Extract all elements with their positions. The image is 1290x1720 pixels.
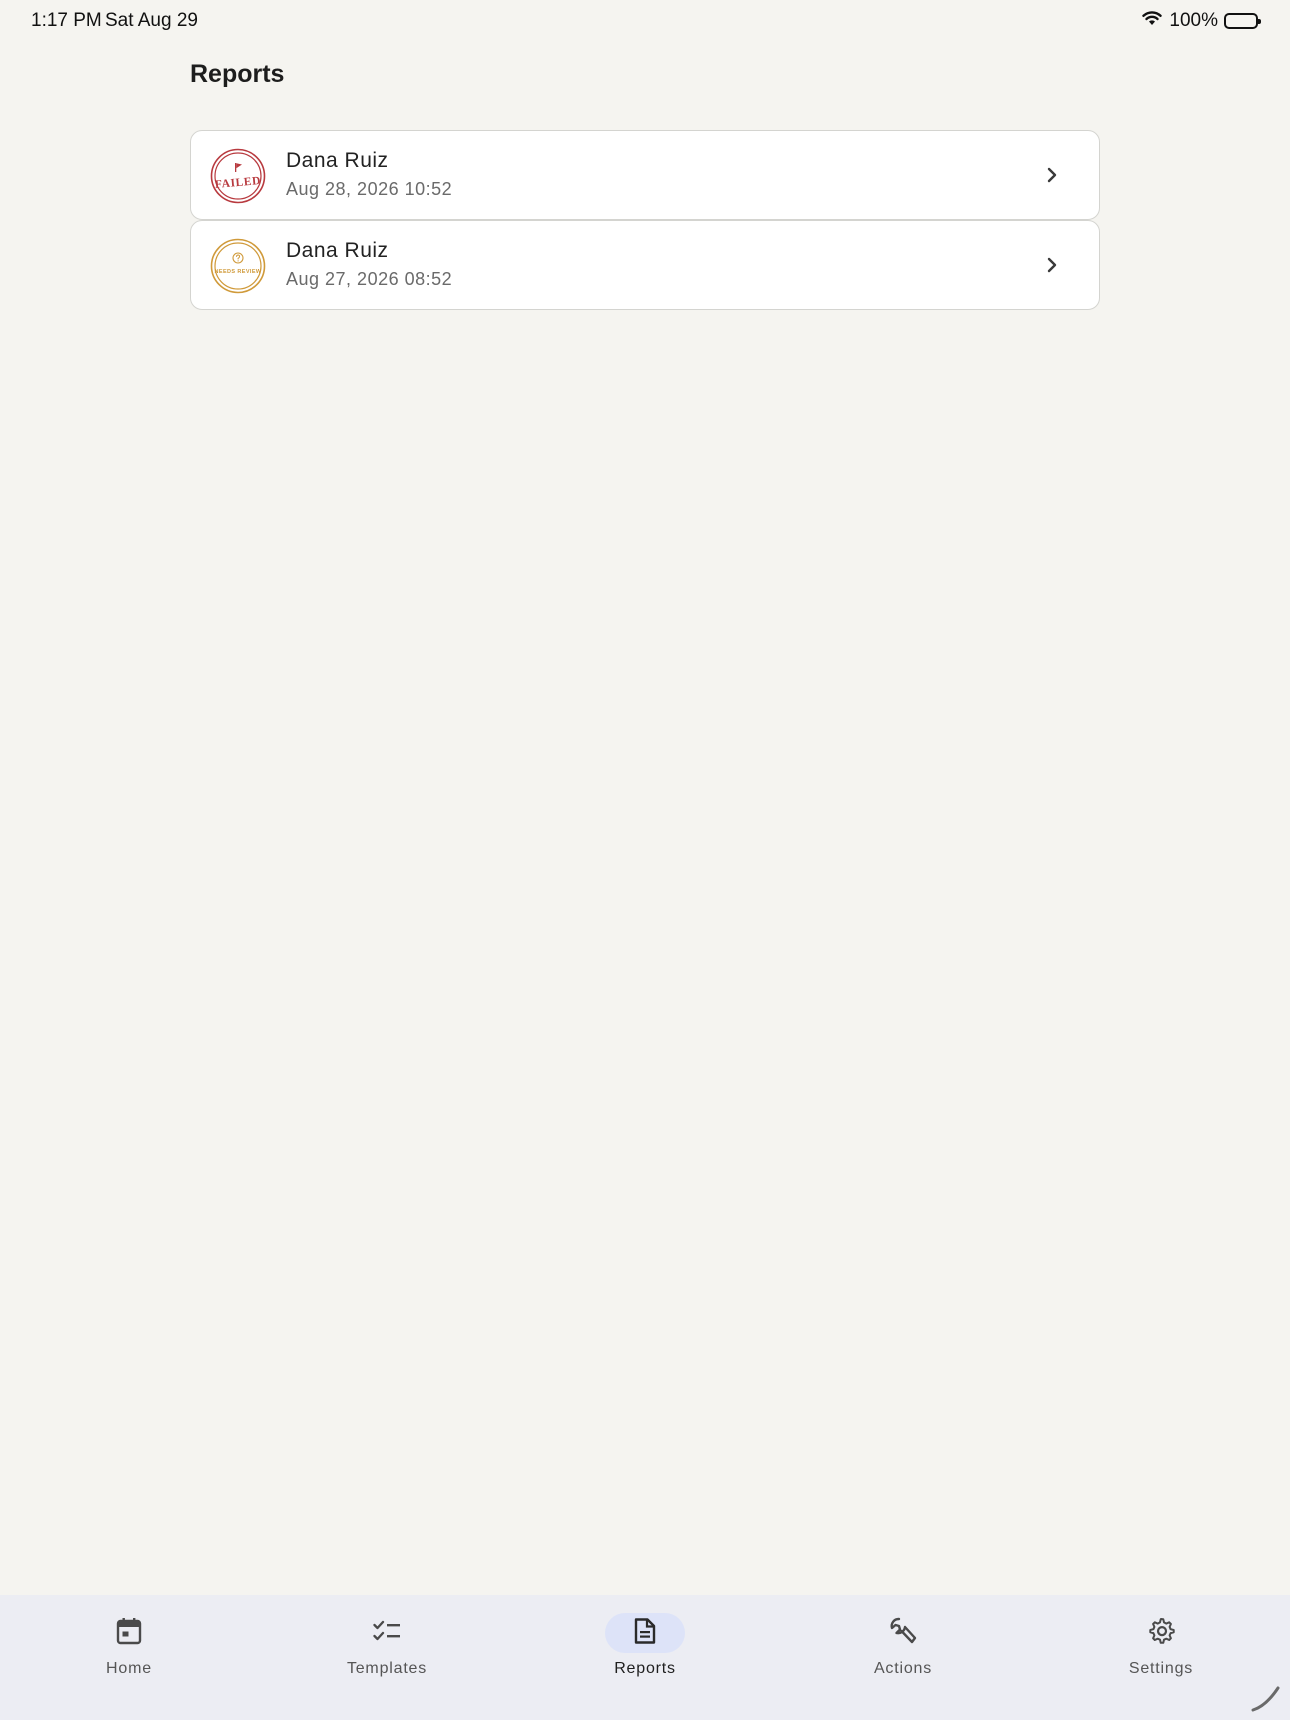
report-date: Aug 27, 2026 08:52 xyxy=(286,269,453,289)
nav-label: Home xyxy=(106,1660,152,1677)
nav-item-templates[interactable]: Templates xyxy=(258,1595,516,1720)
wrench-icon xyxy=(888,1616,918,1651)
report-list: FAILED Dana Ruiz Aug 28, 2026 10:52 NEED… xyxy=(190,130,1100,310)
document-icon xyxy=(633,1617,657,1650)
chevron-right-icon xyxy=(1041,254,1063,276)
nav-item-actions[interactable]: Actions xyxy=(774,1595,1032,1720)
wifi-icon xyxy=(1141,10,1163,32)
status-time: 1:17 PM xyxy=(31,10,102,31)
nav-item-reports[interactable]: Reports xyxy=(516,1595,774,1720)
report-row[interactable]: NEEDS REVIEW Dana Ruiz Aug 27, 2026 08:5… xyxy=(190,220,1100,310)
report-row[interactable]: FAILED Dana Ruiz Aug 28, 2026 10:52 xyxy=(190,130,1100,220)
pencil-stroke-icon xyxy=(1250,1682,1282,1714)
nav-label: Settings xyxy=(1128,1660,1194,1677)
nav-label: Reports xyxy=(614,1660,676,1677)
battery-percent: 100% xyxy=(1169,10,1218,31)
badge-text: NEEDS REVIEW xyxy=(214,269,262,275)
chevron-right-icon xyxy=(1041,164,1063,186)
report-inspector-name: Dana Ruiz xyxy=(286,239,389,262)
status-indicators: 100% xyxy=(1141,10,1261,32)
battery-icon xyxy=(1224,13,1261,29)
needs-review-badge-icon: NEEDS REVIEW xyxy=(210,238,266,294)
nav-label: Actions xyxy=(873,1660,933,1677)
failed-badge-icon: FAILED xyxy=(210,148,266,204)
nav-label: Templates xyxy=(346,1660,428,1677)
checklist-icon xyxy=(373,1620,401,1647)
gear-icon xyxy=(1147,1617,1175,1650)
report-inspector-name: Dana Ruiz xyxy=(286,149,389,172)
nav-item-home[interactable]: Home xyxy=(0,1595,258,1720)
calendar-icon xyxy=(116,1617,142,1650)
status-bar: 1:17 PM Sat Aug 29 100% xyxy=(0,0,1290,40)
status-date: Sat Aug 29 xyxy=(105,10,198,31)
active-indicator xyxy=(605,1613,685,1653)
page-title: Reports xyxy=(190,60,285,88)
report-date: Aug 28, 2026 10:52 xyxy=(286,179,453,199)
bottom-nav: Home Templates Reports Actions Settings xyxy=(0,1595,1290,1720)
